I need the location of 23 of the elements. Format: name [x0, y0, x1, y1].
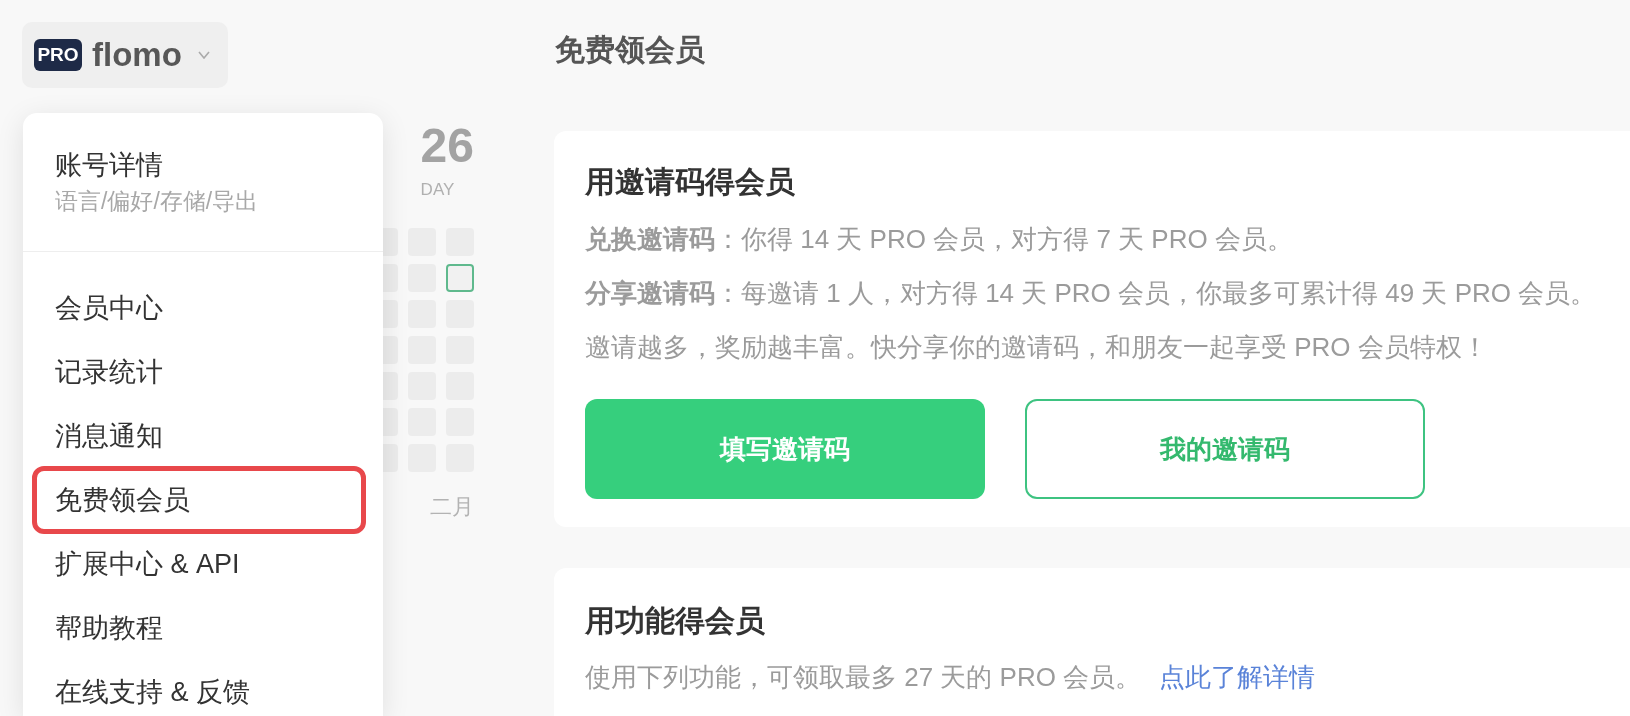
card-text: 分享邀请码：每邀请 1 人，对方得 14 天 PRO 会员，你最多可累计得 49 天 PRO 会员。 — [585, 277, 1598, 310]
stat-value: 26 — [420, 122, 474, 170]
card-text: 使用下列功能，可领取最多 27 天的 PRO 会员。 — [585, 662, 1142, 692]
menu-item[interactable]: 在线支持 & 反馈 — [32, 668, 366, 716]
pro-badge: PRO — [34, 39, 82, 71]
card-text: 兑换邀请码：你得 14 天 PRO 会员，对方得 7 天 PRO 会员。 — [585, 223, 1294, 256]
menu-item[interactable]: 消息通知 — [32, 412, 366, 460]
chevron-down-icon — [197, 51, 210, 59]
stat-label: DAY — [420, 180, 455, 200]
menu-item[interactable]: 记录统计 — [32, 348, 366, 396]
month-label: 二月 — [430, 495, 474, 519]
details-link[interactable]: 点此了解详情 — [1159, 662, 1316, 692]
menu-item-subtitle: 语言/偏好/存储/导出 — [55, 188, 259, 214]
card-title: 用功能得会员 — [585, 603, 766, 639]
menu-item[interactable]: 账号详情 — [55, 151, 163, 179]
menu-item[interactable]: 会员中心 — [32, 284, 366, 332]
menu-item[interactable]: 帮助教程 — [32, 604, 366, 652]
card-text: 邀请越多，奖励越丰富。快分享你的邀请码，和朋友一起享受 PRO 会员特权！ — [585, 331, 1489, 364]
page-title: 免费领会员 — [555, 32, 706, 68]
account-menu-button[interactable]: PRO flomo — [22, 22, 228, 88]
menu-item[interactable]: 扩展中心 & API — [32, 540, 366, 588]
menu-item[interactable]: 免费领会员 — [32, 466, 366, 534]
card-title: 用邀请码得会员 — [585, 164, 796, 200]
